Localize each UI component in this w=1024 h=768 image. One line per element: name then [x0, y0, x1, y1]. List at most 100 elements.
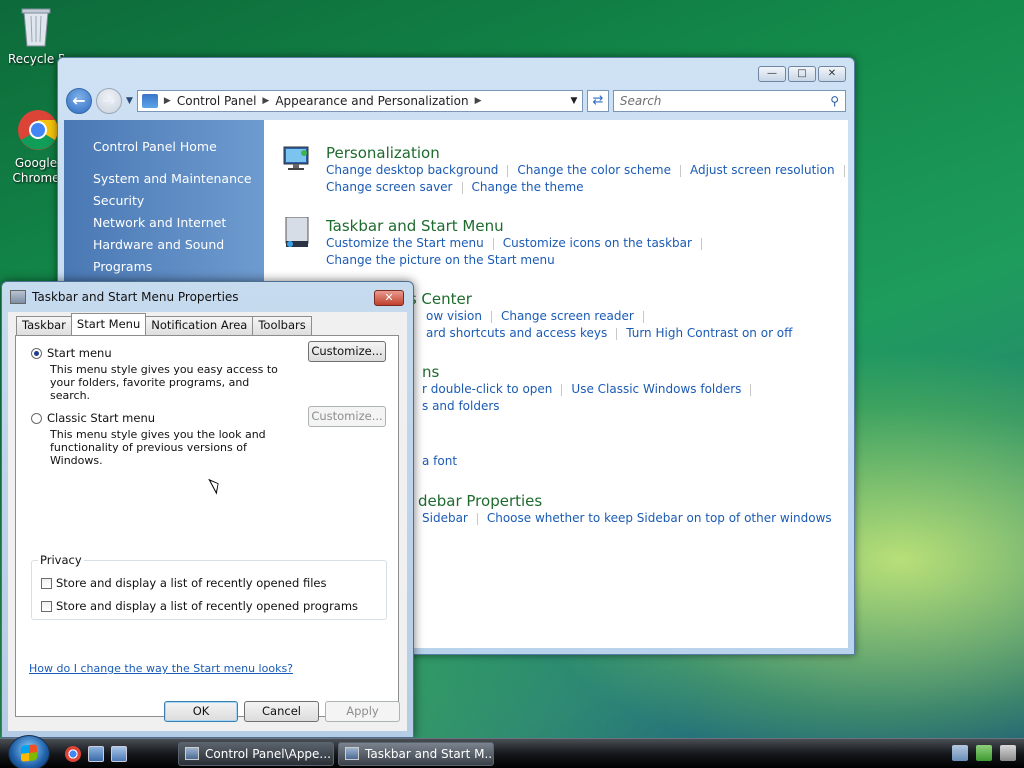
sidebar-item-hardware[interactable]: Hardware and Sound: [64, 234, 264, 256]
address-dropdown-icon[interactable]: ▼: [566, 96, 582, 106]
monitor-icon: [282, 144, 312, 174]
security-icon[interactable]: [976, 745, 992, 761]
breadcrumb-control-panel[interactable]: Control Panel: [177, 94, 257, 108]
apply-button[interactable]: Apply: [325, 701, 400, 722]
sidebar-item-home[interactable]: Control Panel Home: [64, 136, 264, 158]
category-title[interactable]: Taskbar and Start Menu: [326, 217, 504, 235]
category-links: Customize the Start menu Customize icons …: [326, 235, 711, 269]
recent-files-checkbox[interactable]: [41, 578, 52, 589]
sidebar-item-system[interactable]: System and Maintenance: [64, 168, 264, 190]
start-button[interactable]: [8, 735, 50, 768]
dialog-client: Taskbar Start Menu Notification Area Too…: [8, 312, 407, 731]
start-menu-label[interactable]: Start menu: [47, 346, 112, 360]
navigation-bar: ← → ▼ ▶ Control Panel ▶ Appearance and P…: [66, 88, 846, 114]
taskbar-button-control-panel[interactable]: Control Panel\Appe...: [178, 742, 334, 766]
dialog-title: Taskbar and Start Menu Properties: [32, 290, 239, 304]
breadcrumb-appearance[interactable]: Appearance and Personalization: [275, 94, 468, 108]
close-button[interactable]: ✕: [374, 290, 404, 306]
close-button[interactable]: ✕: [818, 66, 846, 82]
search-icon[interactable]: ⚲: [830, 94, 839, 108]
control-panel-icon: [185, 747, 199, 760]
category-links: Change desktop background Change the colo…: [326, 162, 854, 196]
tab-start-menu[interactable]: Start Menu: [70, 313, 147, 335]
link[interactable]: Change the picture on the Start menu: [326, 253, 555, 267]
link[interactable]: ard shortcuts and access keys: [426, 326, 607, 340]
classic-start-menu-label[interactable]: Classic Start menu: [47, 411, 155, 425]
link[interactable]: a font: [422, 454, 457, 468]
taskbar: Control Panel\Appe... Taskbar and Start …: [0, 735, 1024, 768]
tab-taskbar[interactable]: Taskbar: [16, 316, 72, 335]
link[interactable]: s and folders: [422, 399, 500, 413]
link[interactable]: Turn High Contrast on or off: [626, 326, 792, 340]
refresh-button[interactable]: ⇄: [586, 90, 609, 112]
category-links: ow vision Change screen reader ard shortc…: [426, 308, 792, 342]
help-link[interactable]: How do I change the way the Start menu l…: [29, 662, 293, 675]
recent-programs-checkbox[interactable]: [41, 601, 52, 612]
link[interactable]: Change screen saver: [326, 180, 453, 194]
forward-button[interactable]: →: [96, 88, 122, 114]
control-panel-icon: [141, 94, 158, 108]
back-button[interactable]: ←: [66, 88, 92, 114]
link[interactable]: Change the theme: [472, 180, 584, 194]
desktop-icon-label: Google Chrome: [12, 156, 60, 185]
link[interactable]: ow vision: [426, 309, 482, 323]
link[interactable]: Change desktop background: [326, 163, 498, 177]
category-links: a font: [422, 453, 457, 470]
category-title[interactable]: Personalization: [326, 144, 440, 162]
category-title[interactable]: debar Properties: [418, 492, 542, 510]
customize-classic-menu-button[interactable]: Customize...: [308, 406, 386, 427]
link[interactable]: Change the color scheme: [517, 163, 671, 177]
taskbar-properties-icon: [345, 747, 359, 760]
tab-notification-area[interactable]: Notification Area: [145, 316, 254, 335]
taskbar-button-label: Control Panel\Appe...: [205, 747, 331, 761]
sidebar-item-security[interactable]: Security: [64, 190, 264, 212]
recent-programs-label[interactable]: Store and display a list of recently ope…: [56, 599, 358, 613]
link[interactable]: Customize icons on the taskbar: [503, 236, 692, 250]
search-input[interactable]: Search ⚲: [612, 90, 846, 112]
network-icon[interactable]: [952, 745, 968, 761]
chevron-right-icon[interactable]: ▶: [164, 96, 171, 106]
sidebar-item-programs[interactable]: Programs: [64, 256, 264, 278]
recycle-bin-desktop-icon[interactable]: Recycle Bin: [4, 4, 68, 66]
tab-strip: Taskbar Start Menu Notification Area Too…: [16, 313, 312, 335]
cancel-button[interactable]: Cancel: [244, 701, 319, 722]
switch-windows-icon[interactable]: [111, 746, 127, 762]
link[interactable]: Use Classic Windows folders: [571, 382, 741, 396]
link[interactable]: Customize the Start menu: [326, 236, 484, 250]
chevron-right-icon[interactable]: ▶: [475, 96, 482, 106]
volume-muted-icon[interactable]: [1000, 745, 1016, 761]
customize-start-menu-button[interactable]: Customize...: [308, 341, 386, 362]
link[interactable]: Change screen reader: [501, 309, 634, 323]
chevron-right-icon[interactable]: ▶: [262, 96, 269, 106]
link[interactable]: Choose whether to keep Sidebar on top of…: [487, 511, 832, 525]
minimize-button[interactable]: —: [758, 66, 786, 82]
start-menu-radio[interactable]: [31, 348, 42, 359]
show-desktop-icon[interactable]: [88, 746, 104, 762]
recent-files-label[interactable]: Store and display a list of recently ope…: [56, 576, 326, 590]
category-title[interactable]: ns: [422, 363, 439, 381]
category-links: r double-click to open Use Classic Window…: [422, 381, 760, 415]
taskbar-button-label: Taskbar and Start M...: [365, 747, 494, 761]
sidebar-item-network[interactable]: Network and Internet: [64, 212, 264, 234]
ok-button[interactable]: OK: [164, 701, 238, 722]
system-tray: [952, 745, 1016, 761]
recycle-bin-icon: [16, 4, 56, 48]
taskbar-icon: [282, 216, 312, 247]
classic-start-menu-radio[interactable]: [31, 413, 42, 424]
privacy-group: Privacy Store and display a list of rece…: [31, 553, 387, 620]
taskbar-properties-icon: [10, 290, 26, 304]
category-links: Sidebar Choose whether to keep Sidebar on…: [422, 510, 832, 527]
tab-toolbars[interactable]: Toolbars: [252, 316, 312, 335]
link[interactable]: r double-click to open: [422, 382, 552, 396]
link[interactable]: Sidebar: [422, 511, 468, 525]
link[interactable]: Adjust screen resolution: [690, 163, 835, 177]
maximize-button[interactable]: □: [788, 66, 816, 82]
address-bar[interactable]: ▶ Control Panel ▶ Appearance and Persona…: [136, 90, 583, 112]
chrome-quicklaunch-icon[interactable]: [65, 746, 81, 762]
taskbar-button-properties[interactable]: Taskbar and Start M...: [338, 742, 494, 766]
dialog-title-bar[interactable]: Taskbar and Start Menu Properties: [2, 282, 413, 312]
recent-pages-dropdown-icon[interactable]: ▼: [126, 96, 133, 106]
start-menu-panel: Start menu This menu style gives you eas…: [15, 335, 399, 717]
desktop-icon-label: Recycle Bin: [8, 52, 64, 66]
taskbar-properties-dialog: Taskbar and Start Menu Properties ✕ Task…: [1, 281, 414, 738]
